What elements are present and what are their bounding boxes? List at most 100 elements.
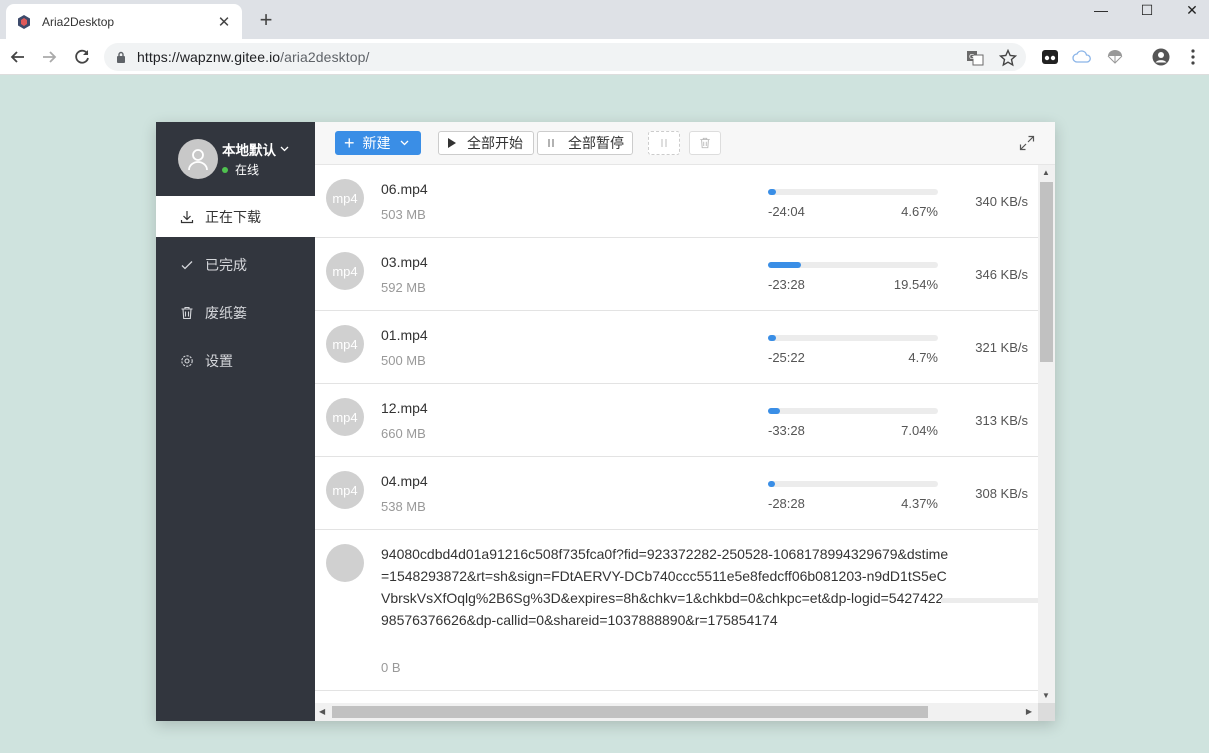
extension-icon[interactable] bbox=[1040, 47, 1060, 67]
scroll-down-icon[interactable]: ▼ bbox=[1042, 691, 1050, 700]
progress-percent: 4.67% bbox=[901, 204, 938, 219]
download-list: mp4 06.mp4 503 MB -24:04 4.67% 340 KB/s mp4 03.… bbox=[315, 165, 1038, 703]
browser-tab-bar: Aria2Desktop ✕ + — ☐ ✕ bbox=[0, 0, 1209, 39]
download-row[interactable]: mp4 04.mp4 538 MB -28:28 4.37% 308 KB/s bbox=[315, 457, 1038, 530]
pause-selected-button[interactable] bbox=[648, 131, 680, 155]
browser-tab[interactable]: Aria2Desktop ✕ bbox=[6, 4, 242, 39]
address-bar[interactable]: https://wapznw.gitee.io/aria2desktop/ G bbox=[104, 43, 1026, 71]
scroll-right-icon[interactable]: ▶ bbox=[1026, 707, 1032, 716]
file-name: 12.mp4 bbox=[381, 400, 428, 416]
url-host: https://wapznw.gitee.io bbox=[137, 49, 281, 65]
file-size: 503 MB bbox=[381, 207, 426, 222]
reload-icon[interactable] bbox=[71, 46, 93, 68]
time-remaining: -23:28 bbox=[768, 277, 805, 292]
new-task-button[interactable]: + 新建 bbox=[335, 131, 421, 155]
download-row[interactable]: 94080cdbd4d01a91216c508f735fca0f?fid=923… bbox=[315, 530, 1038, 691]
nav-downloading[interactable]: 正在下载 bbox=[156, 196, 315, 237]
check-icon bbox=[181, 260, 193, 269]
trash-icon bbox=[700, 137, 710, 149]
file-type-badge: mp4 bbox=[326, 179, 364, 217]
download-row[interactable]: mp4 06.mp4 503 MB -24:04 4.67% 340 KB/s bbox=[315, 165, 1038, 238]
svg-text:G: G bbox=[969, 53, 974, 61]
minimize-button[interactable]: — bbox=[1086, 2, 1116, 22]
vertical-scrollbar[interactable]: ▲ ▼ bbox=[1038, 165, 1055, 703]
browser-toolbar: https://wapznw.gitee.io/aria2desktop/ G bbox=[0, 39, 1209, 75]
gear-icon bbox=[181, 354, 193, 367]
progress-bar bbox=[768, 481, 938, 487]
toolbar: + 新建 全部开始 全部暂停 bbox=[315, 122, 1055, 165]
aria2-favicon-icon bbox=[18, 14, 30, 29]
scroll-up-icon[interactable]: ▲ bbox=[1042, 168, 1050, 177]
user-info: 本地默认 在线 bbox=[222, 139, 289, 178]
progress-fill bbox=[768, 481, 776, 487]
new-tab-button[interactable]: + bbox=[256, 9, 276, 31]
tab-title: Aria2Desktop bbox=[42, 14, 115, 29]
bookmark-star-icon[interactable] bbox=[999, 49, 1017, 67]
file-size: 538 MB bbox=[381, 499, 426, 514]
progress-bar bbox=[768, 408, 938, 414]
user-name: 本地默认 bbox=[222, 143, 276, 158]
parachute-icon[interactable] bbox=[1105, 47, 1125, 67]
window-close-button[interactable]: ✕ bbox=[1177, 2, 1207, 22]
horizontal-scroll-thumb[interactable] bbox=[332, 706, 928, 718]
profile-icon[interactable] bbox=[1151, 47, 1171, 67]
download-icon bbox=[180, 210, 194, 223]
scrollbar-corner bbox=[1038, 703, 1055, 721]
tab-close-icon[interactable]: ✕ bbox=[216, 13, 232, 31]
progress-bar bbox=[768, 335, 938, 341]
menu-dots-icon[interactable] bbox=[1183, 47, 1203, 67]
pause-all-button[interactable]: 全部暂停 bbox=[537, 131, 633, 155]
url-text: https://wapznw.gitee.io/aria2desktop/ bbox=[137, 49, 370, 65]
file-name: 01.mp4 bbox=[381, 327, 428, 343]
maximize-button[interactable]: ☐ bbox=[1132, 2, 1162, 22]
file-name: 94080cdbd4d01a91216c508f735fca0f?fid=923… bbox=[381, 546, 949, 628]
file-size: 0 B bbox=[381, 660, 401, 675]
progress-bar bbox=[941, 598, 1038, 603]
cloud-icon[interactable] bbox=[1072, 47, 1092, 67]
download-speed: 346 KB/s bbox=[975, 267, 1028, 282]
chevron-down-icon bbox=[280, 146, 289, 152]
nav-trash[interactable]: 废纸篓 bbox=[156, 292, 315, 333]
user-status: 在线 bbox=[235, 163, 260, 177]
progress-percent: 19.54% bbox=[893, 277, 938, 292]
back-icon[interactable] bbox=[7, 46, 29, 68]
time-remaining: -33:28 bbox=[768, 423, 805, 438]
time-remaining: -25:22 bbox=[768, 350, 805, 365]
horizontal-scrollbar[interactable]: ◀ ▶ bbox=[315, 703, 1038, 721]
nav-label: 已完成 bbox=[205, 256, 247, 273]
progress-fill bbox=[768, 189, 776, 195]
progress-fill bbox=[768, 335, 776, 341]
delete-selected-button[interactable] bbox=[689, 131, 721, 155]
start-all-button[interactable]: 全部开始 bbox=[438, 131, 534, 155]
vertical-scroll-thumb[interactable] bbox=[1040, 182, 1053, 362]
fullscreen-icon[interactable] bbox=[1019, 135, 1035, 151]
user-switcher[interactable]: 本地默认 在线 bbox=[156, 122, 315, 195]
progress-bar bbox=[768, 262, 938, 268]
nav-completed[interactable]: 已完成 bbox=[156, 244, 315, 285]
file-type-badge: mp4 bbox=[326, 398, 364, 436]
download-row[interactable]: mp4 12.mp4 660 MB -33:28 7.04% 313 KB/s bbox=[315, 384, 1038, 457]
avatar bbox=[178, 138, 218, 179]
download-row[interactable]: mp4 03.mp4 592 MB -23:28 19.54% 346 KB/s bbox=[315, 238, 1038, 311]
user-icon bbox=[188, 148, 208, 170]
time-remaining: -24:04 bbox=[768, 204, 805, 219]
file-type-badge bbox=[326, 544, 364, 582]
sidebar: 本地默认 在线 正在下载 已完成 废纸篓 设置 bbox=[156, 122, 315, 721]
play-icon bbox=[448, 138, 456, 148]
file-name: 03.mp4 bbox=[381, 254, 428, 270]
start-all-label: 全部开始 bbox=[467, 135, 523, 151]
nav-settings[interactable]: 设置 bbox=[156, 340, 315, 381]
file-type-badge: mp4 bbox=[326, 325, 364, 363]
scroll-left-icon[interactable]: ◀ bbox=[319, 707, 325, 716]
progress-percent: 4.37% bbox=[901, 496, 938, 511]
file-type-badge: mp4 bbox=[326, 252, 364, 290]
forward-icon[interactable] bbox=[38, 46, 60, 68]
nav-label: 设置 bbox=[205, 352, 233, 369]
trash-icon bbox=[181, 306, 193, 319]
download-row[interactable]: mp4 01.mp4 500 MB -25:22 4.7% 321 KB/s bbox=[315, 311, 1038, 384]
translate-icon[interactable]: G bbox=[966, 49, 984, 67]
progress-percent: 4.7% bbox=[908, 350, 938, 365]
chevron-down-icon bbox=[400, 140, 408, 146]
url-path: /aria2desktop/ bbox=[280, 49, 370, 65]
user-status-row: 在线 bbox=[222, 161, 289, 178]
